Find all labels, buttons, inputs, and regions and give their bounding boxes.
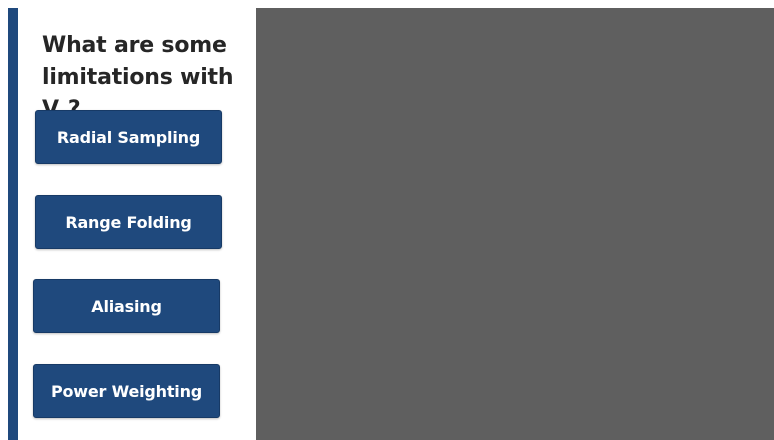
left-gutter [0, 8, 8, 440]
button-label: Radial Sampling [56, 127, 201, 147]
accent-bar [8, 8, 18, 440]
button-label: Power Weighting [50, 381, 203, 401]
top-strip [0, 0, 774, 8]
radial-sampling-button[interactable]: Radial Sampling [35, 110, 222, 164]
question-panel: What are some limitations with VR? Radia… [18, 8, 256, 440]
button-label: Range Folding [65, 212, 192, 232]
aliasing-button[interactable]: Aliasing [33, 279, 220, 333]
power-weighting-button[interactable]: Power Weighting [33, 364, 220, 418]
content-display-area [256, 8, 774, 440]
range-folding-button[interactable]: Range Folding [35, 195, 222, 249]
button-label: Aliasing [91, 296, 162, 316]
